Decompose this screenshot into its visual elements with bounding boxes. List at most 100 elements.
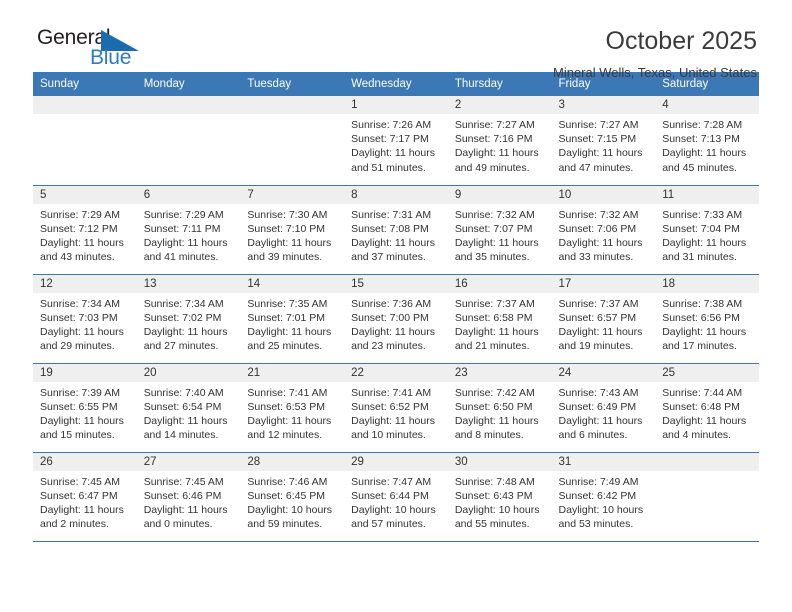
calendar-empty-cell <box>240 96 345 186</box>
sunset-text: Sunset: 6:49 PM <box>558 400 637 413</box>
day-sun-info: Sunrise: 7:34 AM Sunset: 7:02 PM Daylight:… <box>137 293 241 354</box>
daylight-text: Daylight: 10 hours and 57 minutes. <box>351 503 436 531</box>
day-number: 9 <box>447 185 552 204</box>
daylight-text: Daylight: 11 hours and 8 minutes. <box>454 414 539 442</box>
day-sun-info: Sunrise: 7:47 AM Sunset: 6:44 PM Daylight:… <box>344 471 448 532</box>
day-number: 14 <box>240 274 345 293</box>
calendar-day-cell[interactable]: 29 Sunrise: 7:47 AM Sunset: 6:44 PM Dayligh… <box>344 452 448 542</box>
calendar-day-cell[interactable]: 7 Sunrise: 7:30 AM Sunset: 7:10 PM Daylight… <box>240 185 345 275</box>
calendar-day-cell[interactable]: 6 Sunrise: 7:29 AM Sunset: 7:11 PM Daylight… <box>136 185 241 275</box>
page-header: General Blue October 2025 Mineral Wells,… <box>33 0 759 80</box>
calendar-day-cell[interactable]: 8 Sunrise: 7:31 AM Sunset: 7:08 PM Daylight… <box>344 185 448 275</box>
day-sun-info: Sunrise: 7:42 AM Sunset: 6:50 PM Daylight:… <box>448 382 552 443</box>
calendar-day-cell[interactable]: 15 Sunrise: 7:36 AM Sunset: 7:00 PM Dayligh… <box>344 274 448 364</box>
calendar-day-cell[interactable]: 24 Sunrise: 7:43 AM Sunset: 6:49 PM Dayligh… <box>551 363 656 453</box>
calendar-day-cell[interactable]: 12 Sunrise: 7:34 AM Sunset: 7:03 PM Dayligh… <box>33 274 137 364</box>
calendar-day-cell[interactable]: 2 Sunrise: 7:27 AM Sunset: 7:16 PM Daylight… <box>447 96 552 186</box>
daylight-text: Daylight: 11 hours and 47 minutes. <box>558 147 643 174</box>
day-sun-info: Sunrise: 7:37 AM Sunset: 6:57 PM Daylight:… <box>552 293 656 354</box>
calendar-day-cell[interactable]: 20 Sunrise: 7:40 AM Sunset: 6:54 PM Dayligh… <box>136 363 241 453</box>
calendar-day-cell[interactable]: 22 Sunrise: 7:41 AM Sunset: 6:52 PM Dayligh… <box>344 363 448 453</box>
calendar-day-cell[interactable]: 28 Sunrise: 7:46 AM Sunset: 6:45 PM Dayligh… <box>240 452 345 542</box>
calendar-day-cell[interactable]: 31 Sunrise: 7:49 AM Sunset: 6:42 PM Dayligh… <box>551 452 656 542</box>
calendar-empty-cell <box>655 452 759 542</box>
calendar-day-cell[interactable]: 11 Sunrise: 7:33 AM Sunset: 7:04 PM Dayligh… <box>655 185 759 275</box>
calendar-day-cell[interactable]: 9 Sunrise: 7:32 AM Sunset: 7:07 PM Daylight… <box>447 185 552 275</box>
calendar-day-cell[interactable]: 25 Sunrise: 7:44 AM Sunset: 6:48 PM Dayligh… <box>655 363 759 453</box>
sunset-text: Sunset: 7:17 PM <box>351 133 429 146</box>
day-number: 25 <box>655 363 759 382</box>
sunset-text: Sunset: 6:43 PM <box>454 489 533 502</box>
calendar-day-cell[interactable]: 21 Sunrise: 7:41 AM Sunset: 6:53 PM Dayligh… <box>240 363 345 453</box>
day-sun-info: Sunrise: 7:48 AM Sunset: 6:43 PM Daylight:… <box>448 471 552 532</box>
day-sun-info: Sunrise: 7:35 AM Sunset: 7:01 PM Daylight:… <box>240 293 344 354</box>
calendar-day-cell[interactable]: 14 Sunrise: 7:35 AM Sunset: 7:01 PM Dayligh… <box>240 274 345 364</box>
sunrise-text: Sunrise: 7:49 AM <box>558 475 639 488</box>
daylight-text: Daylight: 11 hours and 39 minutes. <box>247 236 332 264</box>
sunrise-text: Sunrise: 7:43 AM <box>558 386 639 399</box>
day-number: 13 <box>136 274 241 293</box>
calendar-day-cell[interactable]: 26 Sunrise: 7:45 AM Sunset: 6:47 PM Dayligh… <box>33 452 137 542</box>
day-sun-info: Sunrise: 7:36 AM Sunset: 7:00 PM Daylight:… <box>344 293 448 354</box>
sunset-text: Sunset: 6:46 PM <box>143 489 222 502</box>
day-number <box>240 96 345 114</box>
calendar-empty-cell <box>33 96 137 186</box>
daylight-text: Daylight: 11 hours and 2 minutes. <box>40 503 124 531</box>
sunset-text: Sunset: 7:15 PM <box>558 133 637 146</box>
day-number: 17 <box>551 274 656 293</box>
calendar-day-cell[interactable]: 13 Sunrise: 7:34 AM Sunset: 7:02 PM Dayligh… <box>136 274 241 364</box>
day-sun-info: Sunrise: 7:41 AM Sunset: 6:52 PM Daylight:… <box>344 382 448 443</box>
calendar-day-cell[interactable]: 23 Sunrise: 7:42 AM Sunset: 6:50 PM Dayligh… <box>447 363 552 453</box>
calendar-day-cell[interactable]: 5 Sunrise: 7:29 AM Sunset: 7:12 PM Daylight… <box>33 185 137 275</box>
calendar-day-cell[interactable]: 1 Sunrise: 7:26 AM Sunset: 7:17 PM Daylight… <box>344 96 448 186</box>
calendar-day-cell[interactable]: 18 Sunrise: 7:38 AM Sunset: 6:56 PM Dayligh… <box>655 274 759 364</box>
general-blue-logo[interactable]: General Blue <box>33 26 213 74</box>
daylight-text: Daylight: 11 hours and 15 minutes. <box>40 414 124 442</box>
sunrise-text: Sunrise: 7:44 AM <box>662 386 743 399</box>
calendar-day-cell[interactable]: 16 Sunrise: 7:37 AM Sunset: 6:58 PM Dayligh… <box>447 274 552 364</box>
daylight-text: Daylight: 11 hours and 43 minutes. <box>40 236 124 264</box>
daylight-text: Daylight: 11 hours and 37 minutes. <box>351 236 435 264</box>
sunrise-text: Sunrise: 7:39 AM <box>40 386 120 399</box>
daylight-text: Daylight: 11 hours and 6 minutes. <box>558 414 643 442</box>
sunset-text: Sunset: 6:56 PM <box>662 311 740 324</box>
day-number <box>136 96 241 114</box>
daylight-text: Daylight: 11 hours and 10 minutes. <box>351 414 435 442</box>
day-sun-info: Sunrise: 7:28 AM Sunset: 7:13 PM Daylight:… <box>655 114 759 175</box>
sunset-text: Sunset: 6:53 PM <box>247 400 326 413</box>
day-sun-info: Sunrise: 7:39 AM Sunset: 6:55 PM Daylight:… <box>33 382 137 443</box>
daylight-text: Daylight: 11 hours and 21 minutes. <box>454 325 539 353</box>
calendar-day-cell[interactable]: 30 Sunrise: 7:48 AM Sunset: 6:43 PM Dayligh… <box>447 452 552 542</box>
day-sun-info: Sunrise: 7:46 AM Sunset: 6:45 PM Daylight:… <box>240 471 344 532</box>
day-number: 1 <box>344 96 448 114</box>
calendar-day-cell[interactable]: 19 Sunrise: 7:39 AM Sunset: 6:55 PM Dayligh… <box>33 363 137 453</box>
day-number: 20 <box>136 363 241 382</box>
calendar-week-row: 26 Sunrise: 7:45 AM Sunset: 6:47 PM Dayligh… <box>33 452 759 542</box>
calendar-day-cell[interactable]: 17 Sunrise: 7:37 AM Sunset: 6:57 PM Dayligh… <box>551 274 656 364</box>
day-number: 27 <box>136 452 241 471</box>
sunrise-text: Sunrise: 7:32 AM <box>454 208 535 221</box>
calendar-day-cell[interactable]: 3 Sunrise: 7:27 AM Sunset: 7:15 PM Daylight… <box>551 96 656 186</box>
sunset-text: Sunset: 7:03 PM <box>40 311 118 324</box>
day-sun-info: Sunrise: 7:45 AM Sunset: 6:47 PM Daylight:… <box>33 471 137 532</box>
daylight-text: Daylight: 11 hours and 49 minutes. <box>454 147 539 174</box>
day-number: 8 <box>344 185 448 204</box>
calendar-body: 1 Sunrise: 7:26 AM Sunset: 7:17 PM Daylight… <box>33 96 759 542</box>
day-number: 26 <box>33 452 137 471</box>
calendar-day-cell[interactable]: 4 Sunrise: 7:28 AM Sunset: 7:13 PM Daylight… <box>655 96 759 186</box>
sunrise-text: Sunrise: 7:26 AM <box>351 119 432 131</box>
calendar-day-cell[interactable]: 27 Sunrise: 7:45 AM Sunset: 6:46 PM Dayligh… <box>136 452 241 542</box>
day-sun-info: Sunrise: 7:45 AM Sunset: 6:46 PM Daylight:… <box>137 471 241 532</box>
sunrise-text: Sunrise: 7:37 AM <box>558 297 639 310</box>
daylight-text: Daylight: 11 hours and 29 minutes. <box>40 325 124 353</box>
sunset-text: Sunset: 6:48 PM <box>662 400 740 413</box>
sunset-text: Sunset: 7:02 PM <box>143 311 222 324</box>
daylight-text: Daylight: 11 hours and 41 minutes. <box>143 236 228 264</box>
sunset-text: Sunset: 7:08 PM <box>351 222 429 235</box>
sunset-text: Sunset: 7:07 PM <box>454 222 533 235</box>
calendar-page: General Blue October 2025 Mineral Wells,… <box>0 0 792 612</box>
weekday-header-sunday: Sunday <box>33 72 137 96</box>
calendar-day-cell[interactable]: 10 Sunrise: 7:32 AM Sunset: 7:06 PM Dayligh… <box>551 185 656 275</box>
day-number: 11 <box>655 185 759 204</box>
page-title: October 2025 <box>605 27 758 55</box>
